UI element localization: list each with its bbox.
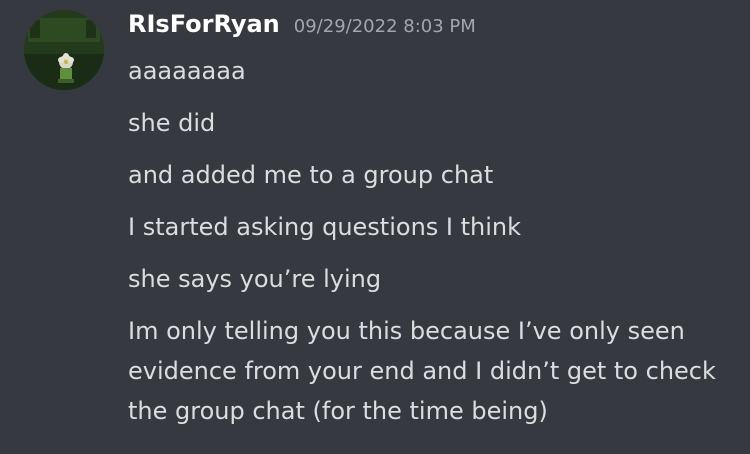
message-line-1: aaaaaaaa [128,57,246,85]
avatar-image [24,10,104,90]
chat-message: RIsForRyan 09/29/2022 8:03 PM aaaaaaaa s… [0,0,750,454]
message-line-3: and added me to a group chat [128,161,494,189]
message-line-4: I started asking questions I think [128,213,522,241]
avatar[interactable] [24,10,104,90]
message-line-2: she did [128,109,216,137]
author-name[interactable]: RIsForRyan [128,10,280,38]
message-line-5: she says you’re lying [128,265,382,293]
message-content: aaaaaaaa she did and added me to a group… [128,55,738,451]
message-header: RIsForRyan 09/29/2022 8:03 PM [128,10,476,46]
message-line-6: Im only telling you this because I’ve on… [128,317,724,425]
message-timestamp: 09/29/2022 8:03 PM [293,16,476,37]
